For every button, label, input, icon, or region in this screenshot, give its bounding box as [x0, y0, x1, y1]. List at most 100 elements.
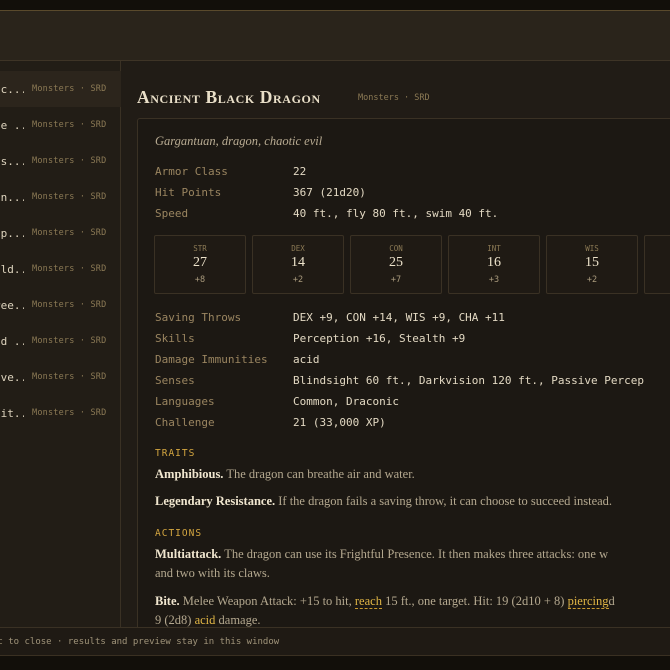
- ability-score: 25: [389, 255, 403, 270]
- prop-value: 21 (33,000 XP): [293, 416, 386, 429]
- prop-label: Saving Throws: [155, 311, 242, 324]
- result-item[interactable]: old... Monsters · SRD: [0, 251, 121, 287]
- result-meta: Monsters · SRD: [32, 228, 107, 238]
- result-meta: Monsters · SRD: [32, 264, 107, 274]
- result-name: ree...: [0, 298, 24, 312]
- trait-entry: Amphibious. The dragon can breathe air a…: [155, 465, 670, 484]
- ability-mod: +3: [488, 275, 500, 285]
- term-reach-link[interactable]: reach: [354, 594, 382, 609]
- trait-text: If the dragon fails a saving throw, it c…: [278, 494, 613, 508]
- ability-mod: +8: [194, 275, 206, 285]
- prop-label: Senses: [155, 374, 195, 387]
- result-item[interactable]: ive... Monsters · SRD: [0, 359, 121, 395]
- search-window: ac... Monsters · SRD ue ... Monsters · S…: [0, 10, 670, 656]
- traits-heading: TRAITS: [155, 448, 196, 459]
- result-meta: Monsters · SRD: [32, 372, 107, 382]
- result-meta: Monsters · SRD: [32, 336, 107, 346]
- result-name: ac...: [0, 82, 24, 96]
- results-list: ac... Monsters · SRD ue ... Monsters · S…: [0, 61, 121, 627]
- ability-name: CON: [389, 244, 403, 253]
- ability-name: DEX: [291, 244, 305, 253]
- prop-value: Perception +16, Stealth +9: [293, 332, 466, 345]
- prop-label: Armor Class: [155, 165, 228, 178]
- action-text: 9 (2d8): [155, 613, 192, 627]
- ability-mod: +7: [390, 275, 402, 285]
- result-name: old...: [0, 262, 24, 276]
- prop-value: DEX +9, CON +14, WIS +9, CHA +11: [293, 311, 505, 324]
- trait-text: The dragon can breathe air and water.: [226, 467, 415, 481]
- result-item[interactable]: hit... Monsters · SRD: [0, 395, 121, 431]
- action-multiattack: Multiattack. The dragon can use its Frig…: [155, 545, 670, 583]
- result-name: on...: [0, 190, 24, 204]
- prop-label: Hit Points: [155, 186, 222, 199]
- preview-pane: Ancient Black Dragon Monsters · SRD Garg…: [122, 61, 670, 627]
- prop-value: 22: [293, 165, 307, 178]
- result-name: ue ...: [0, 118, 24, 132]
- prop-value: 367 (21d20): [293, 186, 366, 199]
- monster-title: Ancient Black Dragon: [137, 87, 321, 107]
- prop-label: Languages: [155, 395, 215, 408]
- action-text: The dragon can use its Frightful Presenc…: [224, 547, 609, 561]
- trait-entry: Legendary Resistance. If the dragon fail…: [155, 492, 670, 511]
- ability-cha: [644, 235, 670, 294]
- prop-value: Common, Draconic: [293, 395, 399, 408]
- result-item[interactable]: on... Monsters · SRD: [0, 179, 121, 215]
- result-item[interactable]: as... Monsters · SRD: [0, 143, 121, 179]
- prop-value: acid: [293, 353, 320, 366]
- trait-name: Amphibious.: [155, 467, 224, 481]
- action-bite: Bite. Melee Weapon Attack: +15 to hit, r…: [155, 592, 670, 627]
- result-meta: Monsters · SRD: [32, 192, 107, 202]
- ability-mod: +2: [292, 275, 304, 285]
- ability-dex: DEX 14 +2: [252, 235, 344, 294]
- ability-score: 16: [487, 255, 501, 270]
- action-name: Bite.: [155, 594, 180, 608]
- ability-wis: WIS 15 +2: [546, 235, 638, 294]
- monster-subtitle: Gargantuan, dragon, chaotic evil: [155, 134, 323, 148]
- term-piercing-link[interactable]: piercing: [567, 594, 609, 609]
- prop-label: Skills: [155, 332, 195, 345]
- action-text-continued: and two with its claws.: [155, 566, 270, 580]
- ability-name: INT: [487, 244, 501, 253]
- actions-heading: ACTIONS: [155, 528, 203, 539]
- result-meta: Monsters · SRD: [32, 300, 107, 310]
- result-name: ed ...: [0, 334, 24, 348]
- result-meta: Monsters · SRD: [32, 120, 107, 130]
- result-item[interactable]: ed ... Monsters · SRD: [0, 323, 121, 359]
- prop-label: Challenge: [155, 416, 215, 429]
- ability-int: INT 16 +3: [448, 235, 540, 294]
- monster-meta: Monsters · SRD: [358, 93, 430, 103]
- action-text: 15 ft., one target. Hit: 19 (2d10 + 8): [385, 594, 565, 608]
- ability-name: WIS: [585, 244, 599, 253]
- result-meta: Monsters · SRD: [32, 84, 107, 94]
- stat-block: Gargantuan, dragon, chaotic evil Armor C…: [137, 118, 670, 627]
- prop-value: Blindsight 60 ft., Darkvision 120 ft., P…: [293, 374, 644, 387]
- result-item[interactable]: ue ... Monsters · SRD: [0, 107, 121, 143]
- result-name: op...: [0, 226, 24, 240]
- result-name: as...: [0, 154, 24, 168]
- action-name: Multiattack.: [155, 547, 222, 561]
- status-hint: sc to close · results and preview stay i…: [0, 637, 280, 647]
- search-bar-area[interactable]: [0, 11, 670, 61]
- result-name: ive...: [0, 370, 24, 384]
- status-bar: sc to close · results and preview stay i…: [0, 627, 670, 655]
- ability-score: 15: [585, 255, 599, 270]
- ability-str: STR 27 +8: [154, 235, 246, 294]
- result-name: hit...: [0, 406, 24, 420]
- result-meta: Monsters · SRD: [32, 408, 107, 418]
- ability-con: CON 25 +7: [350, 235, 442, 294]
- ability-name: STR: [193, 244, 207, 253]
- ability-mod: +2: [586, 275, 598, 285]
- result-item[interactable]: op... Monsters · SRD: [0, 215, 121, 251]
- term-acid-link[interactable]: acid: [194, 613, 216, 627]
- result-meta: Monsters · SRD: [32, 156, 107, 166]
- ability-score: 27: [193, 255, 207, 270]
- prop-label: Damage Immunities: [155, 353, 268, 366]
- action-text: d: [608, 594, 615, 608]
- prop-label: Speed: [155, 207, 189, 220]
- result-item[interactable]: ree... Monsters · SRD: [0, 287, 121, 323]
- prop-value: 40 ft., fly 80 ft., swim 40 ft.: [293, 207, 499, 220]
- action-text: damage.: [218, 613, 261, 627]
- trait-name: Legendary Resistance.: [155, 494, 276, 508]
- ability-score: 14: [291, 255, 305, 270]
- result-item[interactable]: ac... Monsters · SRD: [0, 71, 121, 107]
